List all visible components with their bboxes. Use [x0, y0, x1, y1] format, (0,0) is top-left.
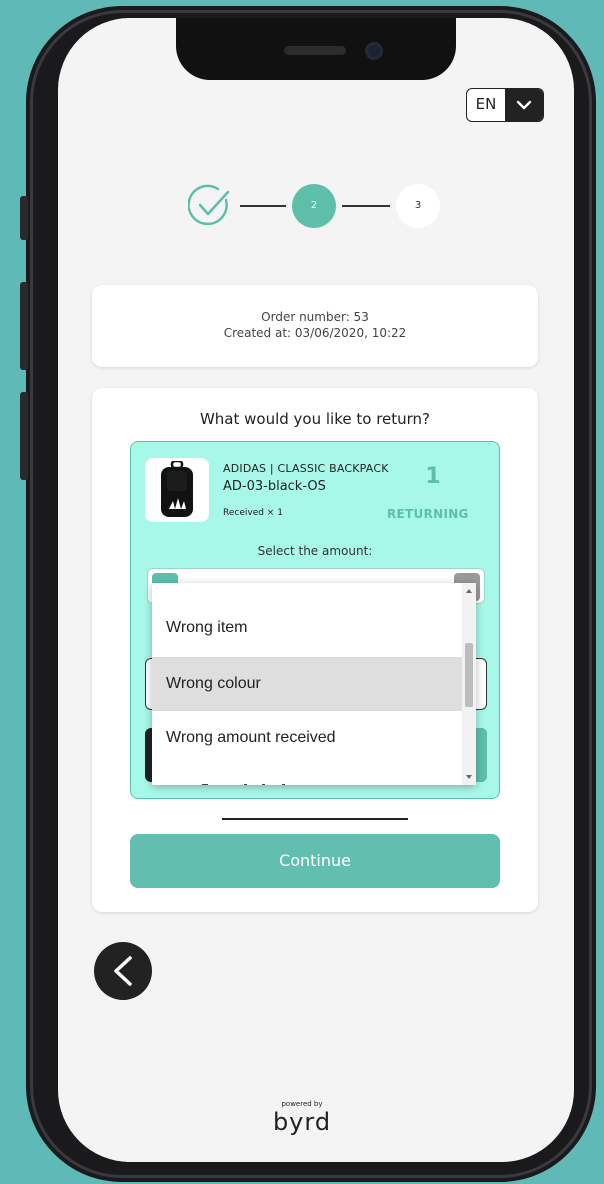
returning-count: 1	[425, 464, 441, 489]
step-2-current: 2	[292, 184, 336, 228]
step-connector	[240, 205, 286, 207]
order-number: Order number: 53	[261, 310, 369, 324]
dropdown-scrollbar[interactable]	[462, 583, 476, 785]
received-quantity: Received × 1	[223, 508, 283, 518]
scrollbar-thumb[interactable]	[465, 643, 473, 707]
chevron-left-icon	[114, 956, 132, 986]
product-brand-name: ADIDAS | CLASSIC BACKPACK	[223, 462, 389, 475]
scroll-up-arrow-icon[interactable]	[466, 589, 472, 593]
phone-mute-switch	[20, 196, 28, 240]
return-reason-dropdown[interactable]: Wrong item Wrong colour Wrong amount rec…	[152, 583, 476, 785]
chevron-down-icon[interactable]	[505, 89, 543, 121]
byrd-logo: byrd	[272, 1108, 332, 1136]
reason-option-highlighted[interactable]: Wrong colour	[152, 657, 462, 711]
product-sku: AD-03-black-OS	[223, 479, 326, 494]
step-3-upcoming: 3	[396, 184, 440, 228]
scroll-down-arrow-icon[interactable]	[466, 775, 472, 779]
return-question: What would you like to return?	[199, 410, 431, 428]
reason-option-partial	[166, 773, 286, 785]
reason-option[interactable]: Wrong amount received	[152, 711, 462, 765]
product-image	[145, 458, 209, 522]
select-amount-label: Select the amount:	[257, 544, 373, 558]
returning-label: RETURNING	[387, 507, 469, 521]
back-button[interactable]	[94, 942, 152, 1000]
step-connector	[342, 205, 390, 207]
continue-button[interactable]: Continue	[130, 834, 500, 888]
phone-speaker	[284, 46, 346, 55]
step-completed-check-icon	[187, 184, 232, 228]
divider	[222, 818, 408, 820]
language-code: EN	[475, 95, 497, 113]
reason-option[interactable]: Wrong item	[152, 601, 462, 655]
language-selector[interactable]: EN	[466, 88, 544, 122]
order-info-card: Order number: 53 Created at: 03/06/2020,…	[92, 285, 538, 367]
powered-by-text: powered by	[281, 1100, 323, 1108]
phone-camera	[365, 42, 383, 60]
order-created-at: Created at: 03/06/2020, 10:22	[223, 326, 407, 340]
phone-volume-down	[20, 392, 28, 480]
phone-volume-up	[20, 282, 28, 370]
